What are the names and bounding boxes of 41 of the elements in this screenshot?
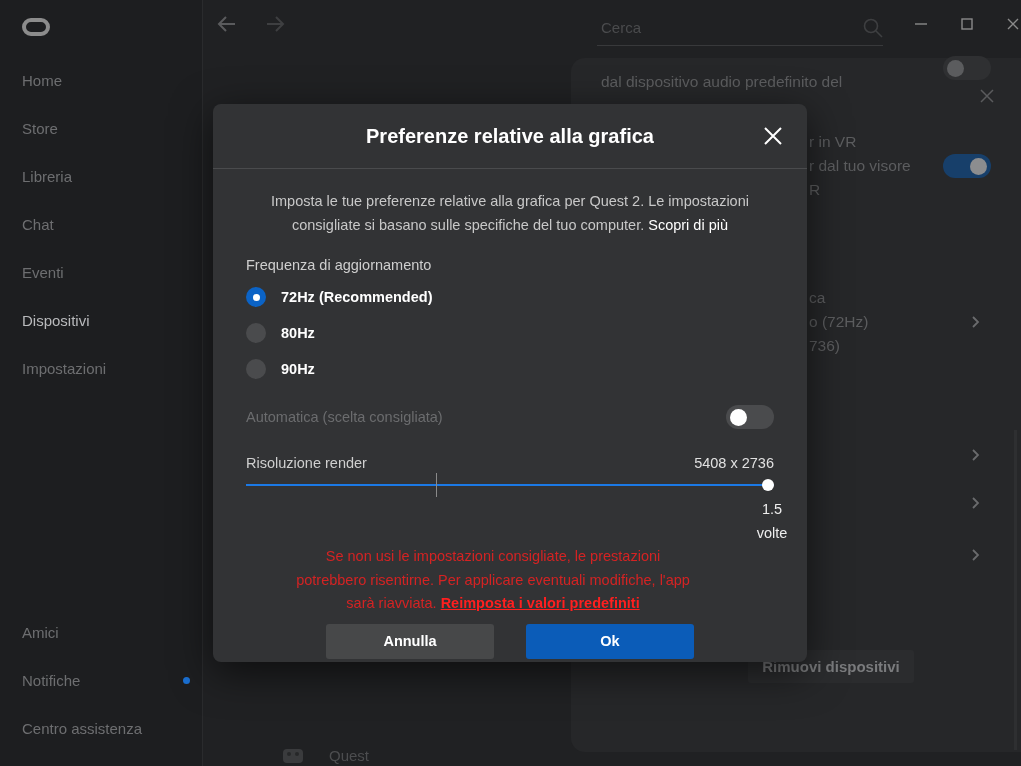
sidebar-item[interactable]: Home bbox=[22, 71, 62, 89]
slider-thumb[interactable] bbox=[762, 479, 774, 491]
dialog-title: Preferenze relative alla grafica bbox=[366, 124, 654, 148]
dialog-description: Imposta le tue preferenze relative alla grafica per Quest 2. Le impostazioni consigliate si basano sulle specifiche del tuo computer. Scopri di più bbox=[270, 192, 750, 235]
scale-value: 1.5 volte bbox=[755, 500, 789, 543]
chevron-icon[interactable] bbox=[971, 548, 981, 562]
logo-icon bbox=[22, 18, 50, 36]
search-icon bbox=[863, 17, 883, 38]
radio-button[interactable] bbox=[246, 359, 266, 379]
close-icon[interactable] bbox=[1005, 16, 1021, 32]
option-label: 90Hz bbox=[281, 361, 315, 377]
reset-link[interactable]: Reimposta i valori predefiniti bbox=[440, 595, 640, 611]
setting-label: Automatica (scelta consigliata) bbox=[246, 409, 443, 425]
chevron-icon[interactable] bbox=[971, 315, 981, 329]
warning-text: Se non usi le impostazioni consigliate, le prestazioni potrebbero risentirne. Per applicare eventuali modifiche, l'app sarà riavviata. Reimposta i valori predefiniti bbox=[295, 547, 691, 613]
sidebar-item[interactable]: Chat bbox=[22, 215, 54, 233]
cancel-button[interactable]: Annulla bbox=[326, 623, 494, 659]
section-label: Frequenza di aggiornamento bbox=[246, 257, 433, 273]
radio-button[interactable] bbox=[246, 323, 266, 343]
sidebar-item[interactable]: Libreria bbox=[22, 167, 73, 185]
chevron-icon[interactable] bbox=[971, 448, 981, 462]
option-label: 80Hz bbox=[281, 325, 315, 341]
sidebar-item[interactable]: Amici bbox=[22, 608, 59, 656]
radio-button[interactable] bbox=[246, 287, 266, 307]
sidebar-item[interactable]: Dispositivi bbox=[22, 311, 90, 329]
sidebar-item[interactable]: Impostazioni bbox=[22, 359, 107, 377]
sidebar-item[interactable]: Notifiche bbox=[22, 656, 81, 704]
sidebar-item[interactable]: Store bbox=[22, 119, 58, 137]
sidebar-item[interactable]: Eventi bbox=[22, 263, 64, 281]
learn-more-link[interactable]: Scopri di più bbox=[648, 217, 729, 233]
maximize-icon[interactable] bbox=[959, 16, 975, 32]
option-label: 72Hz (Recommended) bbox=[281, 289, 433, 305]
chevron-icon[interactable] bbox=[971, 496, 981, 510]
setting-label: Risoluzione render bbox=[246, 455, 367, 471]
resolution-value: 5408 x 2736 bbox=[694, 455, 774, 471]
headset-icon bbox=[283, 748, 303, 763]
sidebar-item[interactable]: Centro assistenza bbox=[22, 704, 143, 752]
close-icon[interactable] bbox=[979, 88, 995, 104]
toggle-switch[interactable] bbox=[943, 154, 991, 178]
toggle-switch[interactable] bbox=[943, 56, 991, 80]
ok-button[interactable]: Ok bbox=[526, 623, 694, 659]
